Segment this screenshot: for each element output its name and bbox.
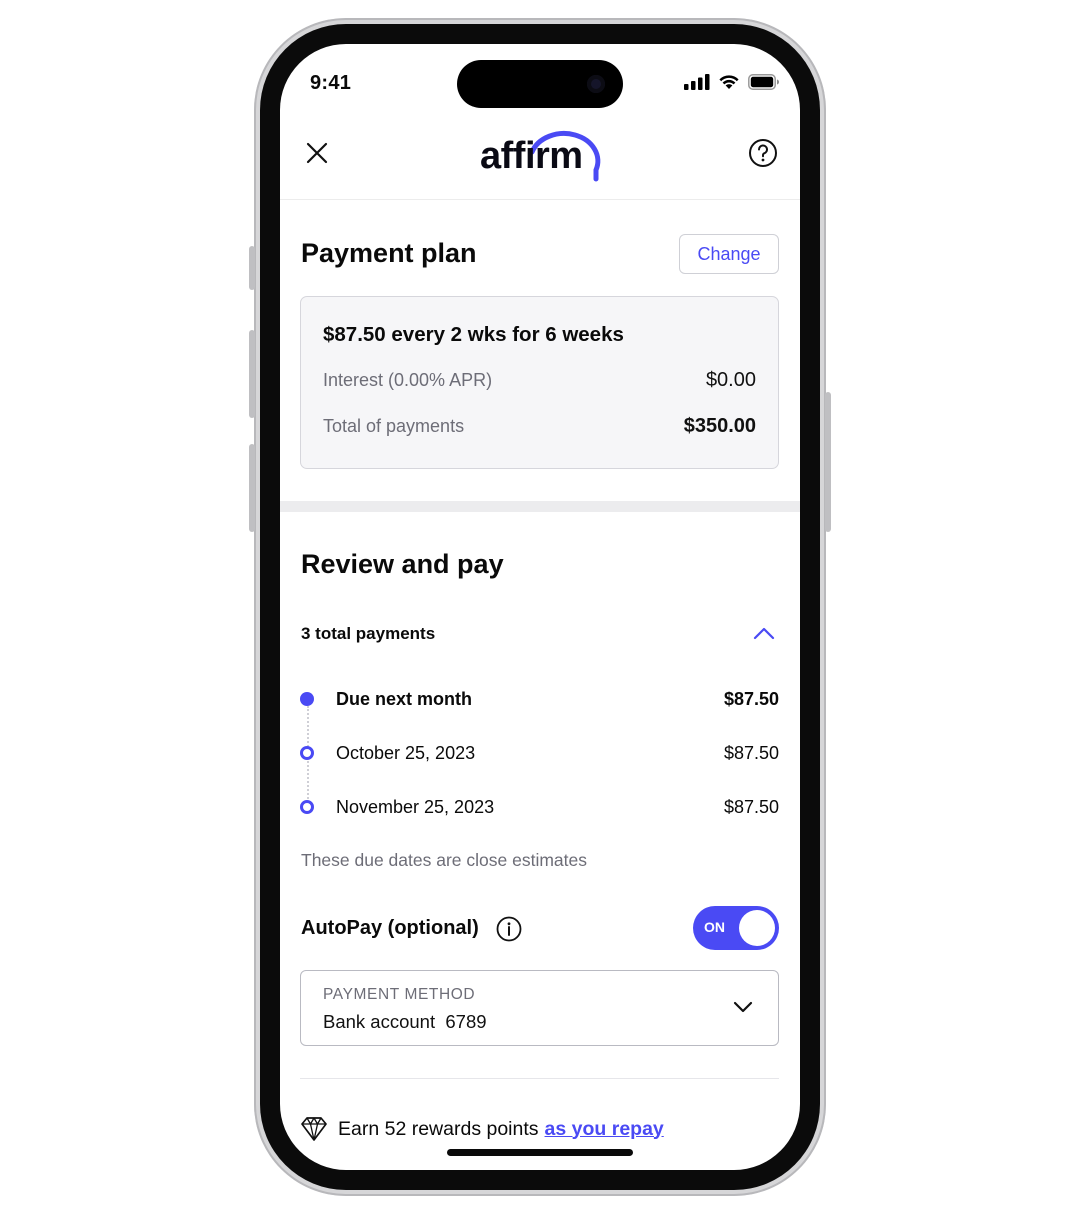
payment-date: November 25, 2023 — [336, 796, 495, 817]
payment-date: October 25, 2023 — [336, 742, 476, 763]
action-button — [249, 246, 255, 290]
payments-count-label[interactable]: 3 total payments — [301, 624, 435, 644]
status-time: 9:41 — [310, 72, 352, 94]
home-indicator[interactable] — [447, 1149, 633, 1156]
timeline-dot-icon — [300, 800, 314, 814]
battery-icon — [748, 74, 779, 90]
help-button[interactable] — [748, 138, 778, 168]
close-button[interactable] — [302, 138, 332, 168]
divider-line — [300, 1078, 779, 1079]
total-label: Total of payments — [323, 416, 465, 436]
wifi-icon — [719, 75, 739, 89]
app-header: affirm — [280, 114, 800, 200]
section-divider — [280, 501, 800, 512]
power-button — [825, 392, 831, 532]
camera-icon — [587, 75, 605, 93]
payment-plan-title: Payment plan — [301, 238, 477, 268]
payment-amount: $87.50 — [723, 796, 779, 817]
question-circle-icon — [749, 139, 777, 167]
payment-method-caption: PAYMENT METHOD — [323, 986, 476, 1003]
total-row: Total of payments $350.00 — [323, 415, 756, 438]
phone-screen: 9:41 affirm Payment plan Change $87.50 e… — [280, 44, 800, 1170]
chevron-down-icon — [733, 1001, 753, 1013]
payment-amount: $87.50 — [723, 688, 779, 709]
change-plan-button[interactable]: Change — [679, 234, 779, 274]
autopay-label: AutoPay (optional) — [301, 917, 479, 939]
payment-date: Due next month — [336, 688, 473, 709]
dynamic-island — [457, 60, 623, 108]
status-icons — [684, 74, 780, 90]
interest-row: Interest (0.00% APR) $0.00 — [323, 369, 756, 392]
payment-row: November 25, 2023 $87.50 — [300, 792, 779, 822]
interest-value: $0.00 — [705, 369, 756, 391]
volume-up-button — [249, 330, 255, 418]
rewards-link[interactable]: as you repay — [545, 1118, 664, 1140]
due-dates-note: These due dates are close estimates — [301, 850, 587, 870]
payment-row: Due next month $87.50 — [300, 684, 779, 714]
toggle-state-label: ON — [704, 919, 725, 935]
rewards-text: Earn 52 rewards points — [338, 1117, 539, 1140]
chevron-up-icon[interactable] — [752, 624, 776, 642]
info-icon[interactable] — [496, 916, 522, 942]
payment-amount: $87.50 — [723, 742, 779, 763]
payment-method-select[interactable]: PAYMENT METHOD Bank account 6789 — [300, 970, 779, 1046]
review-title: Review and pay — [301, 549, 504, 579]
total-value: $350.00 — [683, 415, 756, 437]
diamond-icon — [301, 1117, 327, 1141]
close-icon — [306, 142, 328, 164]
timeline-dot-icon — [300, 746, 314, 760]
toggle-knob — [739, 910, 775, 946]
payment-row: October 25, 2023 $87.50 — [300, 738, 779, 768]
rewards-banner: Earn 52 rewards points as you repay — [300, 1116, 664, 1142]
timeline-dot-icon — [300, 692, 314, 706]
autopay-toggle[interactable]: ON — [693, 906, 779, 950]
cellular-signal-icon — [684, 74, 710, 90]
logo-text: affirm — [480, 135, 583, 177]
volume-down-button — [249, 444, 255, 532]
plan-summary-card: $87.50 every 2 wks for 6 weeks Interest … — [300, 296, 779, 469]
plan-headline: $87.50 every 2 wks for 6 weeks — [323, 323, 624, 346]
payment-method-value: Bank account 6789 — [323, 1011, 487, 1032]
interest-label: Interest (0.00% APR) — [323, 370, 493, 390]
